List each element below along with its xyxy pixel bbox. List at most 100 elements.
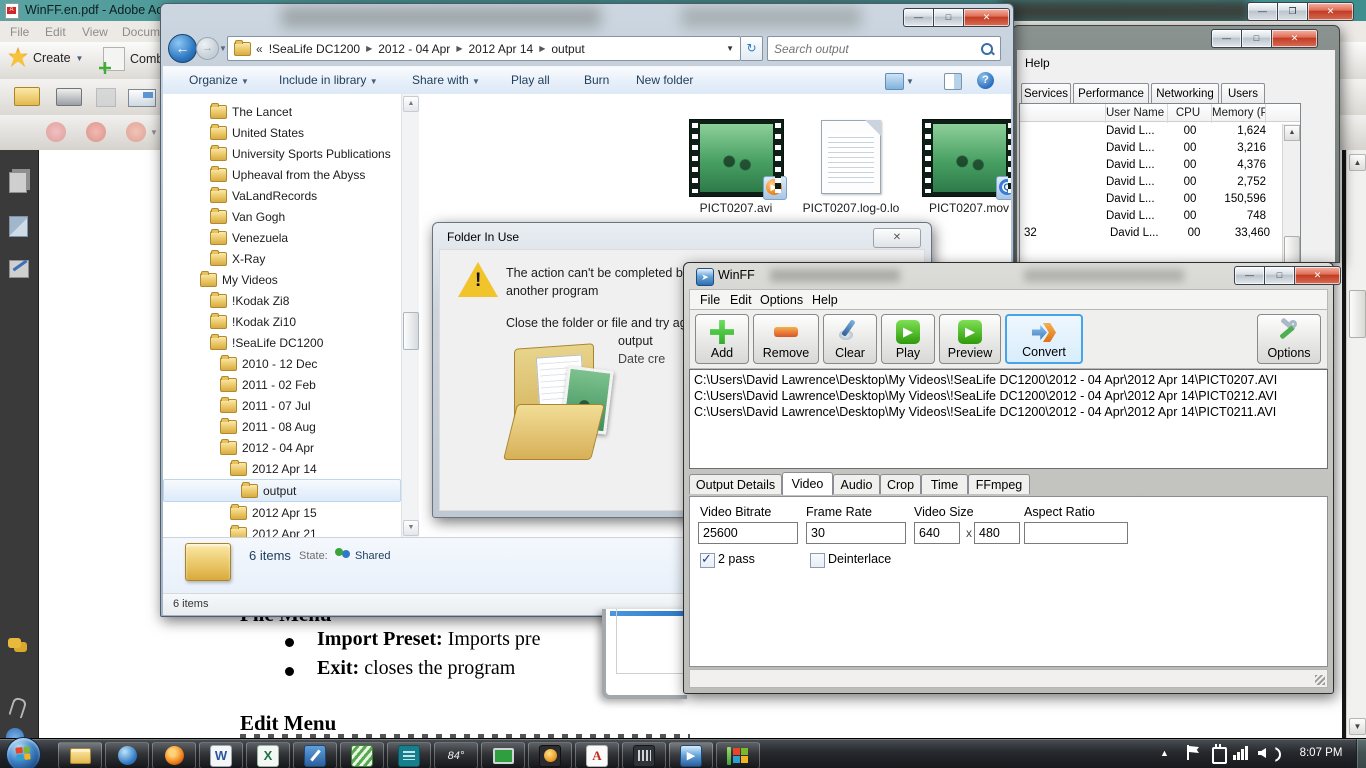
tab-services[interactable]: Services <box>1021 83 1071 103</box>
convert-button[interactable]: Convert <box>1005 314 1083 364</box>
remove-button[interactable]: Remove <box>753 314 819 364</box>
resize-grip[interactable] <box>1315 675 1325 685</box>
taskmgr-window-controls[interactable]: — □ ✕ <box>1211 29 1318 48</box>
taskbar-button-firefox[interactable] <box>152 742 196 768</box>
aspect-ratio-input[interactable] <box>1024 522 1128 544</box>
taskbar-button-word[interactable]: W <box>199 742 243 768</box>
organize-button[interactable]: Organize ▼ <box>189 73 249 87</box>
minimize-icon[interactable]: — <box>1211 29 1241 48</box>
tab-performance[interactable]: Performance <box>1073 83 1149 103</box>
tree-scrollbar[interactable]: ▲ ▼ <box>401 94 419 537</box>
breadcrumb-crumb[interactable]: output <box>551 42 584 56</box>
zoom-tool-icon[interactable] <box>126 122 146 142</box>
scrollbar-thumb[interactable] <box>1349 290 1366 338</box>
breadcrumb-crumb[interactable]: !SeaLife DC1200 <box>269 42 360 56</box>
view-dropdown-icon[interactable]: ▼ <box>906 77 914 86</box>
include-in-library-button[interactable]: Include in library ▼ <box>279 73 378 87</box>
tree-item[interactable]: United States <box>163 122 401 143</box>
breadcrumb-crumb[interactable]: 2012 - 04 Apr <box>378 42 450 56</box>
tab-video[interactable]: Video <box>782 472 833 495</box>
tab-crop[interactable]: Crop <box>880 474 921 494</box>
column-memory[interactable]: Memory (Pri. <box>1212 103 1266 123</box>
taskbar-button-screen-capture[interactable] <box>481 742 525 768</box>
preview-button[interactable]: ▶ Preview <box>939 314 1001 364</box>
search-box[interactable] <box>767 36 1001 61</box>
tree-item[interactable]: 2012 - 04 Apr <box>163 437 401 458</box>
process-row[interactable]: David L...002,752 <box>1020 173 1300 190</box>
minimize-icon[interactable]: — <box>903 8 933 27</box>
scroll-up-icon[interactable]: ▲ <box>403 96 419 112</box>
tree-item[interactable]: 2012 Apr 14 <box>163 458 401 479</box>
address-bar[interactable]: « !SeaLife DC1200 ▶ 2012 - 04 Apr ▶ 2012… <box>227 36 741 61</box>
tree-item[interactable]: X-Ray <box>163 248 401 269</box>
breadcrumb-separator-icon[interactable]: ▶ <box>456 44 462 53</box>
process-row[interactable]: David L...004,376 <box>1020 156 1300 173</box>
maximize-icon[interactable]: □ <box>933 8 963 27</box>
menu-file[interactable]: File <box>10 25 29 39</box>
tree-item[interactable]: Venezuela <box>163 227 401 248</box>
breadcrumb-separator-icon[interactable]: ▶ <box>539 44 545 53</box>
conversion-file-list[interactable]: C:\Users\David Lawrence\Desktop\My Video… <box>689 369 1328 469</box>
help-button[interactable]: ? <box>977 72 994 89</box>
tree-item[interactable]: !Kodak Zi10 <box>163 311 401 332</box>
comments-icon[interactable] <box>8 638 21 648</box>
close-icon[interactable]: ✕ <box>1271 29 1318 48</box>
column-image-name[interactable] <box>1020 103 1106 123</box>
acrobat-scrollbar[interactable]: ▲ ▼ <box>1346 150 1366 738</box>
winff-window-controls[interactable]: — □ ✕ <box>1234 266 1341 285</box>
taskbar-button-excel[interactable]: X <box>246 742 290 768</box>
signature-icon[interactable] <box>9 260 29 278</box>
tree-item[interactable]: 2012 Apr 15 <box>163 502 401 523</box>
frame-rate-input[interactable] <box>806 522 906 544</box>
file-path-row[interactable]: C:\Users\David Lawrence\Desktop\My Video… <box>690 403 1327 419</box>
tree-item-selected[interactable]: output <box>163 479 401 502</box>
list-scrollbar[interactable]: ▲ <box>1282 124 1300 263</box>
taskbar-button-media-app[interactable] <box>528 742 572 768</box>
column-cpu[interactable]: CPU <box>1168 103 1212 123</box>
process-list-header[interactable]: User Name CPU Memory (Pri. <box>1020 104 1300 122</box>
search-input[interactable] <box>768 39 979 58</box>
scroll-down-icon[interactable]: ▼ <box>403 520 419 536</box>
menu-edit[interactable]: Edit <box>45 25 66 39</box>
change-view-button[interactable] <box>885 73 904 90</box>
back-button[interactable]: ← <box>168 34 197 63</box>
open-folder-icon[interactable] <box>14 87 40 106</box>
tree-item[interactable]: University Sports Publications <box>163 143 401 164</box>
taskbar-button-winff[interactable]: ▶ <box>669 742 713 768</box>
play-all-button[interactable]: Play all <box>511 73 550 87</box>
deinterlace-checkbox[interactable] <box>810 553 825 568</box>
nav-history-chevron-icon[interactable]: ▼ <box>219 44 227 53</box>
two-pass-checkbox[interactable] <box>700 553 715 568</box>
video-bitrate-input[interactable] <box>698 522 798 544</box>
print-icon[interactable] <box>56 88 82 106</box>
play-button[interactable]: ▶ Play <box>881 314 935 364</box>
close-icon[interactable]: ✕ <box>963 8 1010 27</box>
taskbar-button-adobe-reader[interactable]: A <box>575 742 619 768</box>
preview-pane-button[interactable] <box>944 73 962 90</box>
taskbar-button-sticky-notes[interactable] <box>387 742 431 768</box>
tree-item[interactable]: !SeaLife DC1200 <box>163 332 401 353</box>
network-signal-icon[interactable] <box>1233 746 1251 760</box>
menu-file[interactable]: File <box>700 293 720 307</box>
scrollbar-thumb[interactable] <box>1284 236 1300 264</box>
process-row[interactable]: David L...003,216 <box>1020 139 1300 156</box>
add-button[interactable]: Add <box>695 314 749 364</box>
tree-item[interactable]: The Lancet <box>163 101 401 122</box>
share-with-button[interactable]: Share with ▼ <box>412 73 480 87</box>
taskbar-button-movie-app[interactable] <box>622 742 666 768</box>
attachments-icon[interactable] <box>8 696 27 718</box>
options-button[interactable]: Options <box>1257 314 1321 364</box>
acrobat-window-controls[interactable]: — ❐ ✕ <box>1247 2 1354 21</box>
clear-button[interactable]: Clear <box>823 314 877 364</box>
tree-item[interactable]: 2011 - 07 Jul <box>163 395 401 416</box>
taskmgr-menu-help[interactable]: Help <box>1025 56 1050 70</box>
taskbar-button-thunderbird[interactable] <box>105 742 149 768</box>
tray-expand-icon[interactable]: ▲ <box>1160 748 1169 758</box>
create-button[interactable]: Create ▼ <box>8 47 83 69</box>
maximize-icon[interactable]: □ <box>1241 29 1271 48</box>
restore-icon[interactable]: ❐ <box>1277 2 1307 21</box>
scrollbar-thumb[interactable] <box>403 312 419 350</box>
minimize-icon[interactable]: — <box>1247 2 1277 21</box>
process-row[interactable]: David L...00748 <box>1020 207 1300 224</box>
column-user-name[interactable]: User Name <box>1106 103 1168 123</box>
